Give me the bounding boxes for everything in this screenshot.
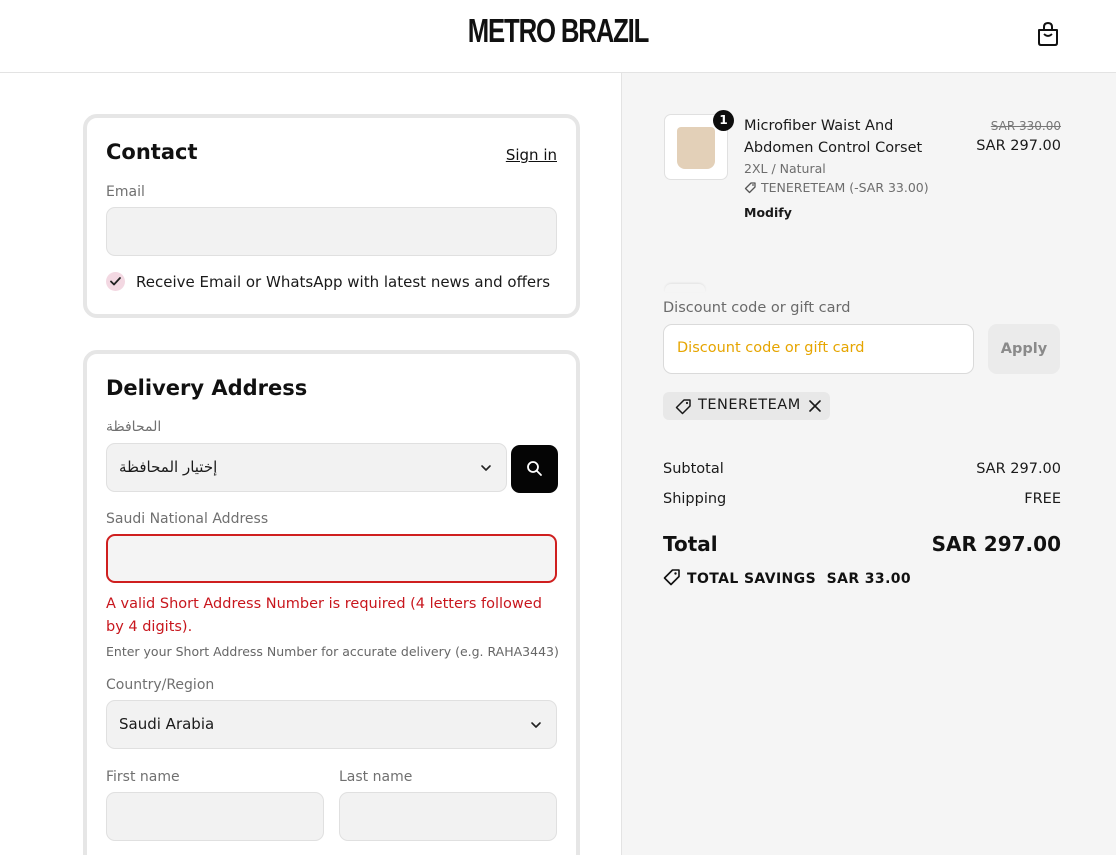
- total-savings-value: SAR 33.00: [826, 571, 912, 587]
- national-address-help: Enter your Short Address Number for accu…: [106, 644, 559, 659]
- discount-label: Discount code or gift card: [663, 300, 851, 316]
- product-discount: TENERETEAM (-SAR 33.00): [744, 180, 929, 195]
- national-address-error: A valid Short Address Number is required…: [106, 596, 542, 635]
- subtotal-label: Subtotal: [663, 461, 724, 477]
- tag-icon: [675, 399, 691, 415]
- product-name: Microfiber Waist And Abdomen Control Cor…: [744, 118, 923, 156]
- delivery-section: Delivery Address المحافظة إختيار المحافظ…: [83, 350, 580, 855]
- sign-in-link[interactable]: Sign in: [506, 146, 557, 164]
- marketing-label: Receive Email or WhatsApp with latest ne…: [136, 273, 551, 291]
- close-icon[interactable]: [809, 400, 821, 412]
- total-savings-label: TOTAL SAVINGS: [687, 571, 817, 587]
- delivery-title: Delivery Address: [106, 376, 308, 400]
- subtotal-value: SAR 297.00: [976, 461, 1061, 477]
- order-summary: 1 Microfiber Waist And Abdomen Control C…: [621, 73, 1116, 855]
- province-label: المحافظة: [106, 419, 162, 435]
- discount-code-input[interactable]: Discount code or gift card: [663, 324, 974, 374]
- search-icon: [527, 461, 542, 476]
- header: METRO BRAZIL: [0, 0, 1116, 73]
- discount-placeholder: Discount code or gift card: [677, 340, 865, 356]
- total-value: SAR 297.00: [931, 532, 1061, 556]
- shopping-bag-icon[interactable]: [1036, 21, 1060, 47]
- product-variant: 2XL / Natural: [744, 161, 826, 176]
- product-image: [677, 127, 715, 169]
- email-label: Email: [106, 184, 145, 200]
- country-value: Saudi Arabia: [119, 715, 215, 733]
- item-price: SAR 297.00: [976, 138, 1061, 154]
- brand-logo[interactable]: METRO BRAZIL: [123, 12, 993, 50]
- contact-title: Contact: [106, 140, 198, 164]
- tag-icon: [744, 182, 756, 194]
- discount-tab: [665, 284, 705, 292]
- marketing-checkbox[interactable]: [106, 272, 125, 291]
- original-price: SAR 330.00: [990, 119, 1061, 133]
- applied-discount-chip: TENERETEAM: [663, 392, 830, 420]
- country-label: Country/Region: [106, 677, 215, 693]
- total-savings: TOTAL SAVINGS SAR 33.00: [663, 568, 911, 587]
- last-name-field[interactable]: [339, 792, 557, 841]
- modify-link[interactable]: Modify: [744, 205, 792, 220]
- chevron-down-icon: [481, 465, 491, 471]
- province-value: إختيار المحافظة: [119, 458, 218, 476]
- first-name-field[interactable]: [106, 792, 324, 841]
- shipping-label: Shipping: [663, 491, 727, 507]
- applied-discount-code: TENERETEAM: [698, 397, 801, 413]
- search-address-button[interactable]: [511, 445, 558, 493]
- product-discount-label: TENERETEAM (-SAR 33.00): [761, 180, 929, 195]
- tag-icon: [663, 569, 680, 586]
- shipping-value: FREE: [1024, 491, 1061, 507]
- contact-section: Contact Sign in Email Receive Email or W…: [83, 114, 580, 318]
- last-name-label: Last name: [339, 769, 413, 785]
- province-select[interactable]: إختيار المحافظة: [106, 443, 507, 492]
- email-field[interactable]: [106, 207, 557, 256]
- chevron-down-icon: [531, 722, 541, 728]
- total-label: Total: [663, 532, 718, 556]
- checkmark-icon: [110, 277, 121, 286]
- national-address-label: Saudi National Address: [106, 511, 269, 527]
- first-name-label: First name: [106, 769, 180, 785]
- apply-button[interactable]: Apply: [988, 324, 1060, 374]
- country-select[interactable]: Saudi Arabia: [106, 700, 557, 749]
- quantity-badge: 1: [713, 110, 734, 131]
- national-address-field[interactable]: [106, 534, 557, 583]
